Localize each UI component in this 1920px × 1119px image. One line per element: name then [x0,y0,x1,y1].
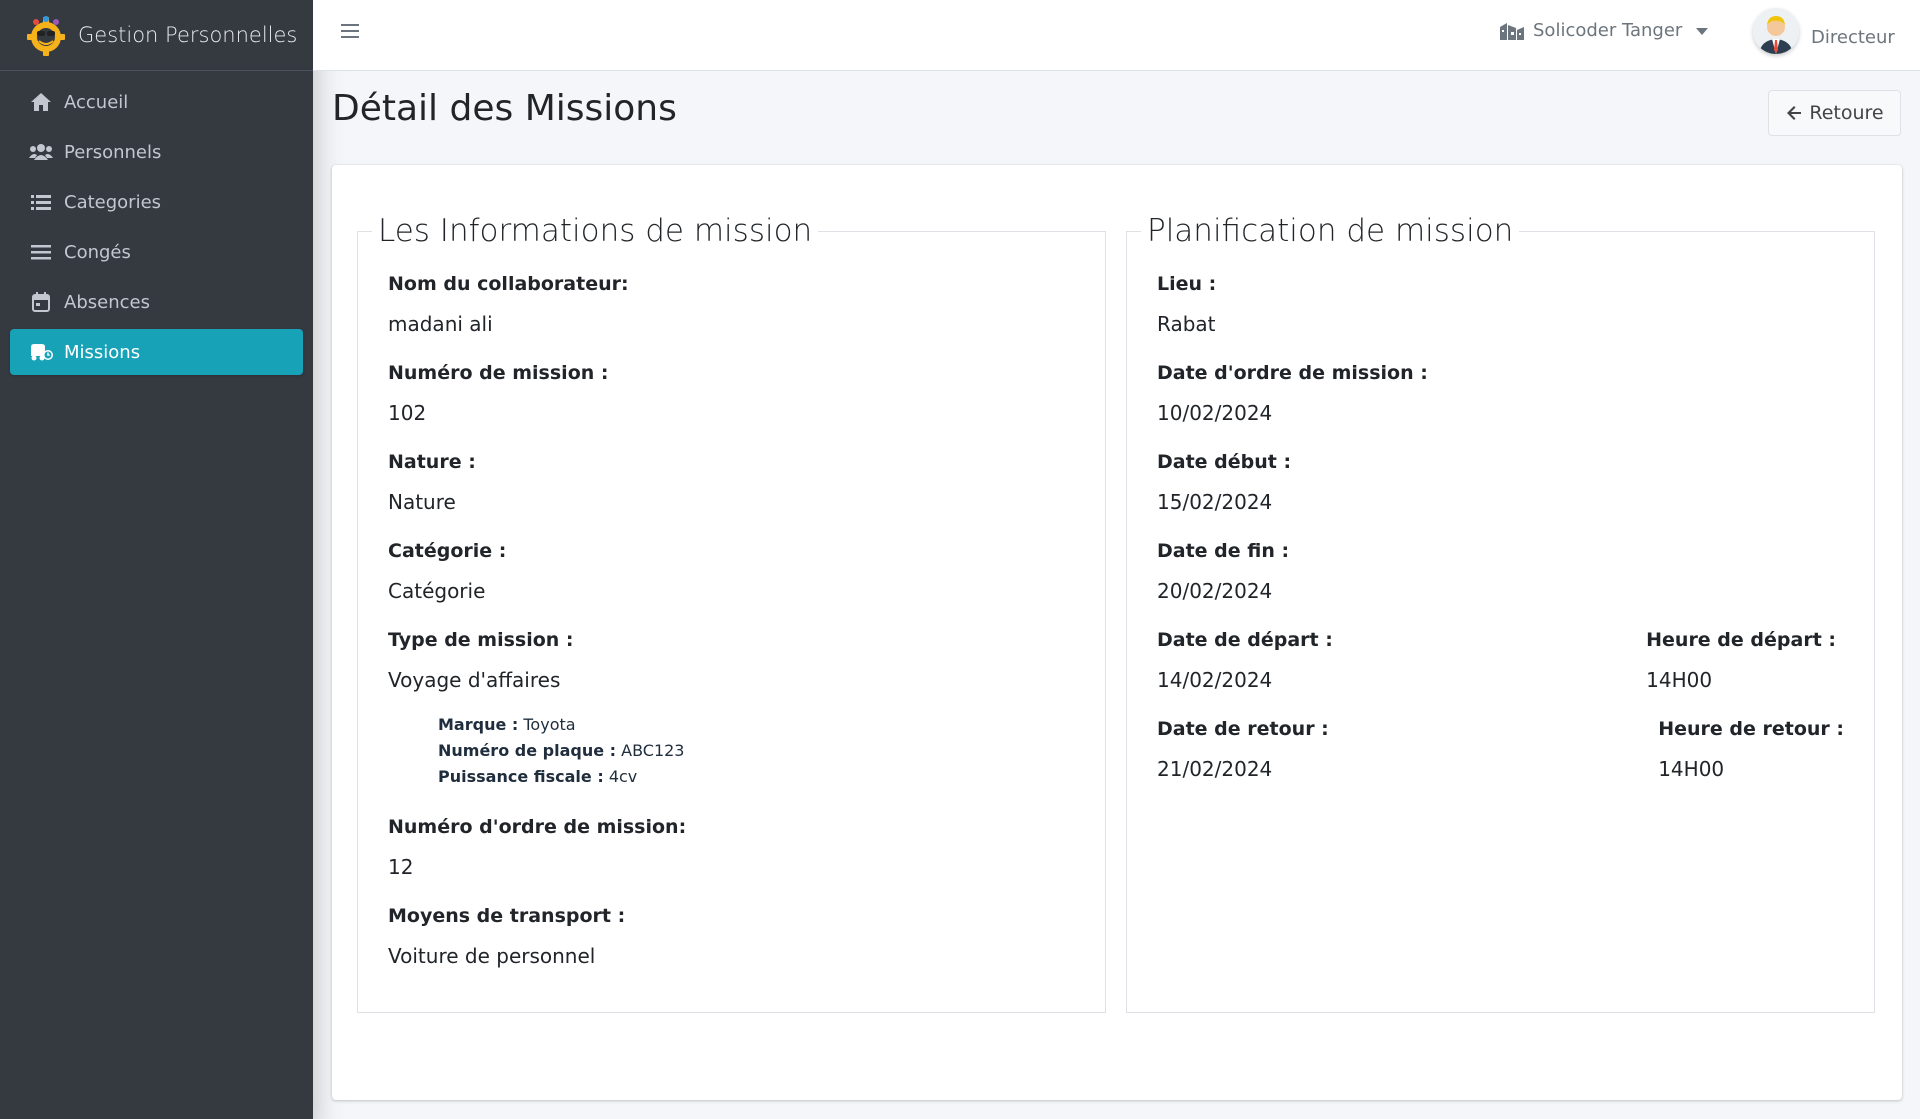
menu-toggle-icon[interactable] [341,23,363,45]
field-numero-mission: Numéro de mission : 102 [388,362,1075,425]
list-icon [28,191,54,213]
field-transport: Moyens de transport : Voiture de personn… [388,905,1075,968]
field-value: Nature [388,490,456,514]
vehicle-puissance: Puissance fiscale : 4cv [438,764,1075,790]
bars-icon [28,241,54,263]
field-label: Date début : [1157,451,1292,473]
field-value: madani ali [388,312,493,336]
calendar-icon [28,291,54,313]
mission-planning-legend: Planification de mission [1147,213,1514,249]
field-value: 21/02/2024 [1157,757,1273,781]
car-icon [28,341,54,363]
vehicle-plaque-label: Numéro de plaque : [438,741,617,760]
field-label: Catégorie : [388,540,507,562]
field-numero-ordre: Numéro d'ordre de mission: 12 [388,816,1075,879]
sidebar-item-conges[interactable]: Congés [10,229,303,275]
page-title: Détail des Missions [332,88,677,129]
field-label: Date d'ordre de mission : [1157,362,1428,384]
home-icon [28,91,54,113]
users-icon [28,141,54,163]
vehicle-puissance-value: 4cv [608,767,638,786]
field-heure-depart: Heure de départ : 14H00 [1646,629,1836,692]
mission-planning-fieldset: Planification de mission Lieu : Rabat Da… [1126,213,1875,1013]
field-label: Date de départ : [1157,629,1333,651]
top-navbar: Solicoder Tanger Directeur [313,0,1920,71]
content-header: Détail des Missions [332,88,677,129]
field-date-depart: Date de départ : 14/02/2024 [1157,629,1333,692]
sidebar: Gestion Personnelles Accueil Personnels … [0,0,313,1119]
field-value: 15/02/2024 [1157,490,1273,514]
field-label: Date de retour : [1157,718,1329,740]
field-heure-retour: Heure de retour : 14H00 [1658,718,1844,781]
field-date-retour: Date de retour : 21/02/2024 [1157,718,1329,781]
back-button[interactable]: Retoure [1768,90,1901,136]
field-nature: Nature : Nature [388,451,1075,514]
field-label: Heure de retour : [1658,718,1844,740]
row-retour: Date de retour : 21/02/2024 Heure de ret… [1157,718,1844,781]
field-label: Nom du collaborateur: [388,273,629,295]
sidebar-item-categories[interactable]: Categories [10,179,303,225]
vehicle-marque-value: Toyota [523,715,576,734]
field-value: Rabat [1157,312,1216,336]
field-date-ordre: Date d'ordre de mission : 10/02/2024 [1157,362,1844,425]
field-label: Moyens de transport : [388,905,626,927]
field-type-mission: Type de mission : Voyage d'affaires Marq… [388,629,1075,790]
sidebar-nav: Accueil Personnels Categories Congés Abs… [0,71,313,387]
mission-info-fieldset: Les Informations de mission Nom du colla… [357,213,1106,1013]
sidebar-item-label: Missions [64,341,141,363]
row-depart: Date de départ : 14/02/2024 Heure de dép… [1157,629,1844,692]
field-value: 14H00 [1646,668,1713,692]
vehicle-marque: Marque : Toyota [438,712,1075,738]
vehicle-marque-label: Marque : [438,715,519,734]
field-value: 10/02/2024 [1157,401,1273,425]
sidebar-item-absences[interactable]: Absences [10,279,303,325]
field-label: Numéro d'ordre de mission: [388,816,687,838]
caret-down-icon [1696,27,1709,35]
field-collaborateur: Nom du collaborateur: madani ali [388,273,1075,336]
sidebar-item-label: Accueil [64,91,129,113]
user-name: Directeur [1811,26,1895,48]
field-value: Catégorie [388,579,486,603]
field-value: 20/02/2024 [1157,579,1273,603]
field-value: Voiture de personnel [388,944,596,968]
building-icon [1500,22,1524,40]
sidebar-item-personnels[interactable]: Personnels [10,129,303,175]
company-dropdown[interactable]: Solicoder Tanger [1499,20,1709,41]
field-lieu: Lieu : Rabat [1157,273,1844,336]
brand-title: Gestion Personnelles [78,23,298,47]
sidebar-item-label: Congés [64,241,131,263]
field-value: 12 [388,855,414,879]
field-label: Heure de départ : [1646,629,1836,651]
vehicle-plaque-value: ABC123 [621,741,685,760]
vehicle-details: Marque : Toyota Numéro de plaque : ABC12… [438,712,1075,790]
field-label: Nature : [388,451,476,473]
vehicle-plaque: Numéro de plaque : ABC123 [438,738,1075,764]
avatar [1753,8,1799,54]
arrow-left-icon [1787,106,1802,120]
company-name: Solicoder Tanger [1533,20,1683,41]
field-value: 14H00 [1658,757,1725,781]
sidebar-item-accueil[interactable]: Accueil [10,79,303,125]
mission-info-legend: Les Informations de mission [378,213,813,249]
field-date-debut: Date début : 15/02/2024 [1157,451,1844,514]
field-categorie: Catégorie : Catégorie [388,540,1075,603]
mission-detail-card: Les Informations de mission Nom du colla… [332,165,1902,1100]
field-label: Numéro de mission : [388,362,609,384]
vehicle-puissance-label: Puissance fiscale : [438,767,604,786]
back-button-label: Retoure [1809,102,1884,124]
brand-logo-icon [27,16,65,56]
field-date-fin: Date de fin : 20/02/2024 [1157,540,1844,603]
brand[interactable]: Gestion Personnelles [0,0,313,71]
field-label: Lieu : [1157,273,1217,295]
field-label: Type de mission : [388,629,574,651]
user-menu[interactable]: Directeur [1753,8,1895,54]
field-value: Voyage d'affaires [388,668,561,692]
sidebar-item-label: Categories [64,191,162,213]
field-value: 102 [388,401,427,425]
sidebar-item-missions[interactable]: Missions [10,329,303,375]
sidebar-item-label: Absences [64,291,150,313]
field-label: Date de fin : [1157,540,1290,562]
sidebar-item-label: Personnels [64,141,162,163]
field-value: 14/02/2024 [1157,668,1273,692]
